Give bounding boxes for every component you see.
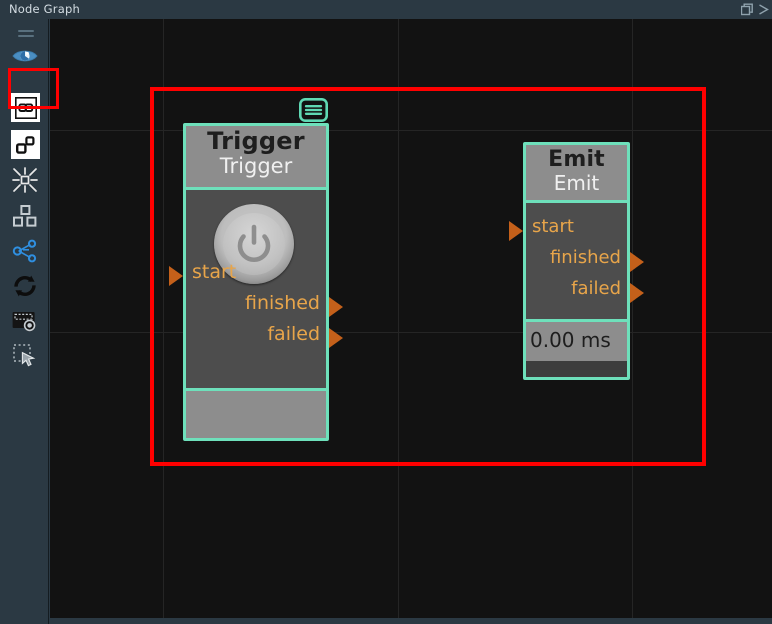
graph-canvas[interactable]: Trigger Trigger start finished failed Em… (50, 19, 772, 624)
screenshot-camera-icon[interactable] (11, 307, 39, 335)
node-footer-text: 0.00 ms (530, 328, 611, 352)
node-footer (186, 388, 326, 438)
node-title: Trigger (207, 127, 305, 155)
collapse-arrows-icon[interactable] (11, 166, 39, 194)
port-marker-start-in[interactable] (509, 221, 523, 241)
marquee-select-icon[interactable] (11, 342, 39, 370)
refresh-sync-icon[interactable] (11, 272, 39, 300)
share-network-icon[interactable] (11, 237, 39, 265)
toolbar-drag-handle[interactable] (18, 30, 34, 37)
titlebar: Node Graph (0, 0, 772, 19)
node-header: Emit Emit (526, 145, 627, 203)
titlebar-buttons (740, 2, 770, 17)
port-label-finished-out[interactable]: finished (245, 292, 320, 314)
node-title: Emit (548, 147, 605, 172)
page-title: Node Graph (9, 2, 80, 16)
left-toolbar (0, 19, 49, 624)
port-marker-failed-out[interactable] (329, 328, 343, 348)
float-window-icon[interactable] (740, 2, 754, 17)
node-menu-icon[interactable] (299, 98, 328, 122)
two-nodes-icon[interactable] (11, 130, 40, 159)
port-label-start-in[interactable]: start (192, 261, 236, 283)
node-body: start finished failed (169, 190, 343, 388)
port-marker-start-in[interactable] (169, 266, 183, 286)
node-emit[interactable]: Emit Emit start finished failed 0.00 ms (509, 142, 644, 380)
duplicate-nodes-icon[interactable] (11, 93, 40, 122)
port-marker-finished-out[interactable] (329, 297, 343, 317)
node-body: start finished failed (509, 203, 644, 319)
node-header: Trigger Trigger (186, 126, 326, 190)
eye-icon[interactable] (11, 42, 39, 70)
close-icon[interactable] (756, 2, 770, 17)
port-label-finished-out[interactable]: finished (550, 247, 621, 268)
canvas-bottom-edge (50, 618, 772, 624)
port-marker-finished-out[interactable] (630, 252, 644, 272)
layout-blocks-icon[interactable] (11, 202, 39, 230)
port-marker-failed-out[interactable] (630, 283, 644, 303)
node-subtitle: Emit (553, 170, 600, 195)
port-label-failed-out[interactable]: failed (267, 323, 320, 345)
power-icon (237, 224, 271, 262)
node-subtitle: Trigger (219, 153, 293, 178)
port-label-start-in[interactable]: start (532, 216, 574, 237)
port-label-failed-out[interactable]: failed (571, 278, 621, 299)
node-footer: 0.00 ms (526, 319, 627, 361)
node-graph-panel: Node Graph Trigger Trigger start finishe… (0, 0, 772, 624)
node-trigger[interactable]: Trigger Trigger start finished failed (169, 123, 343, 441)
